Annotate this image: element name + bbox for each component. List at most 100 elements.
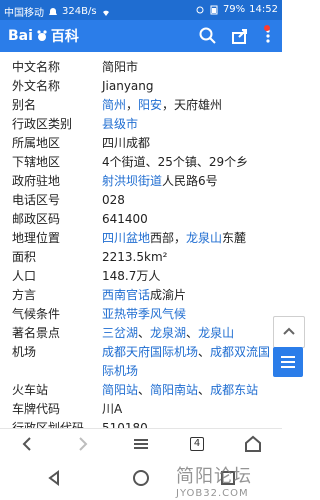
info-text: 028 [102,193,125,207]
info-link[interactable]: 阳安 [138,98,162,112]
catalog-button[interactable] [273,347,303,377]
battery-text: 79% [222,4,246,15]
status-bar: 中国移动 324B/s 79% 14:52 [0,0,282,20]
scroll-to-top-button[interactable] [273,316,305,348]
watermark-line1: 简阳论坛 [176,466,252,487]
carrier-text: 中国移动 [4,8,44,19]
status-left: 中国移动 324B/s [4,4,111,19]
info-row: 人口 148.7万人 [0,267,282,286]
info-text: 510180 [102,421,148,428]
network-speed: 324B/s [62,6,97,17]
info-link[interactable]: 简阳站 [102,383,138,397]
info-row: 火车站 简阳站、简阳南站、成都东站 [0,381,282,400]
info-key: 邮政区码 [12,212,61,226]
info-row: 行政区类别 县级市 [0,115,282,134]
info-row: 政府驻地 射洪坝街道人民路6号 [0,172,282,191]
list-icon [281,356,295,368]
notification-dot [264,25,270,31]
browser-bottom-bar: 4 [0,428,282,457]
info-row: 气候条件 亚热带季风气候 [0,305,282,324]
info-key: 面积 [12,250,37,264]
info-link[interactable]: 西南官话 [102,288,150,302]
info-text: 川A [102,402,123,416]
info-row: 机场 成都天府国际机场、成都双流国际机场 [0,343,282,378]
info-key: 火车站 [12,383,49,397]
baidu-baike-logo[interactable]: Bai 百科 [8,26,79,46]
info-value: 2213.5km² [102,248,272,267]
info-text: 、 [138,326,151,340]
info-value: 四川成都 [102,134,272,153]
info-value: 4个街道、25个镇、29个乡 [102,153,272,172]
info-value: 四川盆地西部，龙泉山东麓 [102,229,272,248]
info-value: 县级市 [102,115,272,134]
info-link[interactable]: 成都天府国际机场 [102,345,198,359]
info-key: 政府驻地 [12,174,61,188]
info-row: 邮政区码 641400 [0,210,282,229]
info-key: 下辖地区 [12,155,61,169]
info-text: 人民路6号 [162,174,218,188]
info-box: 中文名称 简阳市 外文名称 Jianyang 别名 简州，阳安，天府雄州 行政区类别 县级市所… [0,52,282,428]
info-link[interactable]: 龙泉山 [198,326,234,340]
info-link[interactable]: 三岔湖 [102,326,138,340]
info-row: 地理位置 四川盆地西部，龙泉山东麓 [0,229,282,248]
info-value: 西南官话成渝片 [102,286,272,305]
battery-icon [209,5,219,15]
tabs-icon[interactable]: 4 [186,433,208,455]
info-key: 别名 [12,98,37,112]
info-value: 148.7万人 [102,267,272,286]
arrow-up-icon [283,327,295,335]
info-value: 亚热带季风气候 [102,305,272,324]
info-value: 三岔湖、龙泉湖、龙泉山 [102,324,272,343]
info-key: 车牌代码 [12,402,61,416]
info-link[interactable]: 亚热带季风气候 [102,307,186,321]
info-link[interactable]: 简阳南站 [150,383,198,397]
info-text: Jianyang [102,79,154,93]
info-link[interactable]: 县级市 [102,117,138,131]
info-text: 成渝片 [150,288,187,302]
search-icon[interactable] [198,26,218,46]
info-link[interactable]: 成都东站 [210,383,258,397]
home-icon[interactable] [242,433,264,455]
info-key: 中文名称 [12,60,61,74]
info-value: 510180 [102,419,272,428]
top-app-bar: Bai 百科 [0,20,282,52]
info-text: 简阳市 [102,60,139,74]
info-link[interactable]: 龙泉山 [186,231,222,245]
time-text: 14:52 [249,4,278,15]
info-key: 人口 [12,269,37,283]
info-text: 、 [186,326,199,340]
watermark: 简阳论坛 JYOB32.COM [176,462,276,499]
info-text: 四川成都 [102,136,151,150]
info-link[interactable]: 射洪坝街道 [102,174,162,188]
info-row: 车牌代码 川A [0,400,282,419]
logo-suffix: 百科 [50,29,79,45]
info-row: 面积 2213.5km² [0,248,282,267]
info-link[interactable]: 简州 [102,98,126,112]
watermark-line2: JYOB32.COM [176,488,249,499]
info-row: 别名 简州，阳安，天府雄州 [0,96,282,115]
info-row: 方言 西南官话成渝片 [0,286,282,305]
info-value: Jianyang [102,77,272,96]
info-key: 方言 [12,288,37,302]
info-value: 简阳站、简阳南站、成都东站 [102,381,272,400]
info-link[interactable]: 四川盆地 [102,231,150,245]
info-link[interactable]: 龙泉湖 [150,326,186,340]
info-value: 641400 [102,210,272,229]
back-icon[interactable] [16,433,38,455]
info-row: 中文名称 简阳市 [0,58,282,77]
info-text: 东麓 [222,231,247,245]
back-triangle-icon[interactable] [44,468,64,488]
info-row: 外文名称 Jianyang [0,77,282,96]
info-key: 所属地区 [12,136,61,150]
forward-icon[interactable] [72,433,94,455]
info-key: 气候条件 [12,307,61,321]
info-row: 所属地区 四川成都 [0,134,282,153]
info-row: 行政区划代码 510180 [0,419,282,428]
info-text: 、 [198,383,211,397]
menu-icon[interactable] [130,433,152,455]
share-icon[interactable] [230,26,250,46]
status-right: 79% 14:52 [195,4,278,15]
info-text: 148.7万人 [102,269,161,283]
home-circle-icon[interactable] [131,468,151,488]
info-value: 射洪坝街道人民路6号 [102,172,272,191]
